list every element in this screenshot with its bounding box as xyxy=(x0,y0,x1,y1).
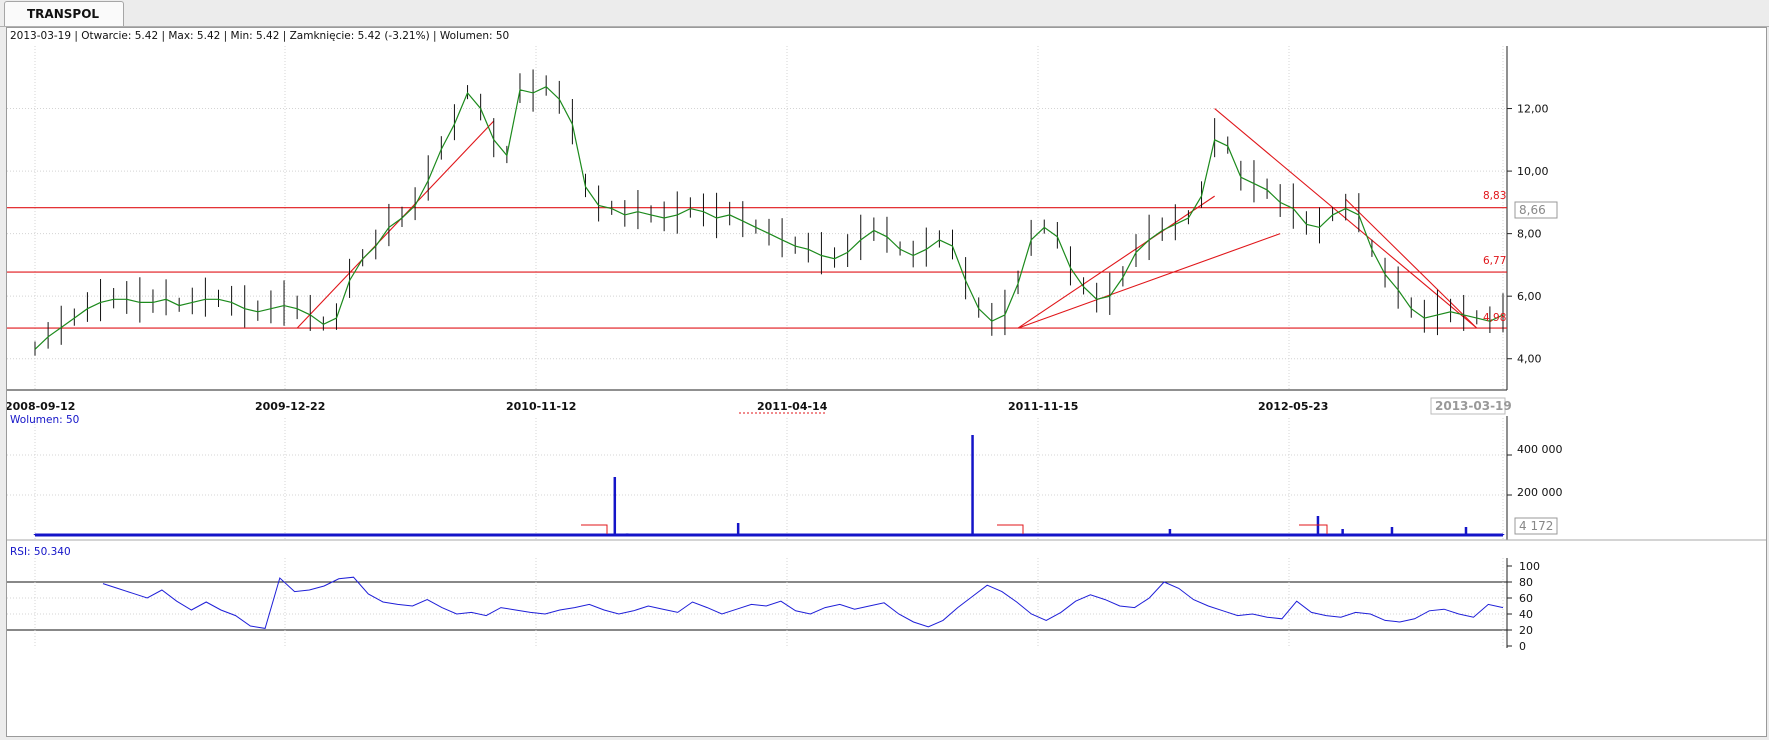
rsi-tick-label: 60 xyxy=(1519,592,1533,605)
volume-bars xyxy=(33,435,1505,537)
volume-panel-title: Wolumen: 50 xyxy=(10,414,79,426)
date-label-0: 2008-09-12 xyxy=(7,400,75,413)
price-tick-label: 10,00 xyxy=(1517,165,1549,178)
rsi-grid xyxy=(7,558,1507,648)
price-tick-label: 12,00 xyxy=(1517,103,1549,116)
chart-frame: 4,00 6,00 8,00 10,00 12,00 2013-03-19 | Otwa… xyxy=(5,27,1767,737)
volume-average-marker xyxy=(1299,524,1328,534)
tab-bar: TRANSPOL xyxy=(0,0,1769,27)
tab-transpol[interactable]: TRANSPOL xyxy=(4,1,125,26)
rsi-tick-label: 80 xyxy=(1519,576,1533,589)
info-bar-text: 2013-03-19 | Otwarcie: 5.42 | Max: 5.42 … xyxy=(10,30,509,42)
date-label-5: 2012-05-23 xyxy=(1258,400,1328,413)
volume-average-marker xyxy=(581,524,608,534)
current-price-label: 8,66 xyxy=(1519,203,1546,217)
date-label-3: 2011-04-14 xyxy=(757,400,828,413)
volume-grid xyxy=(7,418,1512,540)
rsi-tick-label: 0 xyxy=(1519,640,1526,653)
rsi-tick-label: 20 xyxy=(1519,624,1533,637)
rsi-panel-title: RSI: 50.340 xyxy=(10,546,71,558)
price-tick-label: 8,00 xyxy=(1517,228,1542,241)
rsi-series-line xyxy=(102,576,1504,629)
rsi-tick-label: 100 xyxy=(1519,560,1540,573)
price-panel xyxy=(7,28,1766,390)
price-tick-label: 4,00 xyxy=(1517,353,1542,366)
chart-canvas[interactable]: 4,00 6,00 8,00 10,00 12,00 2013-03-19 | Otwa… xyxy=(5,28,1766,736)
current-volume-label: 4 172 xyxy=(1519,519,1553,533)
hline-top-label: 8,83 xyxy=(1483,190,1506,202)
date-label-1: 2009-12-22 xyxy=(255,400,325,413)
volume-average-marker xyxy=(997,524,1024,534)
rsi-tick-label: 40 xyxy=(1519,608,1533,621)
date-label-2: 2010-11-12 xyxy=(506,400,576,413)
price-tick-label: 6,00 xyxy=(1517,290,1542,303)
volume-tick-400k: 400 000 xyxy=(1517,443,1563,456)
rsi-axis-ticks: 0 20 40 60 80 100 xyxy=(1507,560,1540,653)
hline-low-label: 4,98 xyxy=(1483,312,1506,324)
hline-mid-label: 6,77 xyxy=(1483,255,1506,267)
date-label-4: 2011-11-15 xyxy=(1008,400,1078,413)
current-date-label: 2013-03-19 xyxy=(1435,399,1512,413)
volume-tick-200k: 200 000 xyxy=(1517,486,1563,499)
